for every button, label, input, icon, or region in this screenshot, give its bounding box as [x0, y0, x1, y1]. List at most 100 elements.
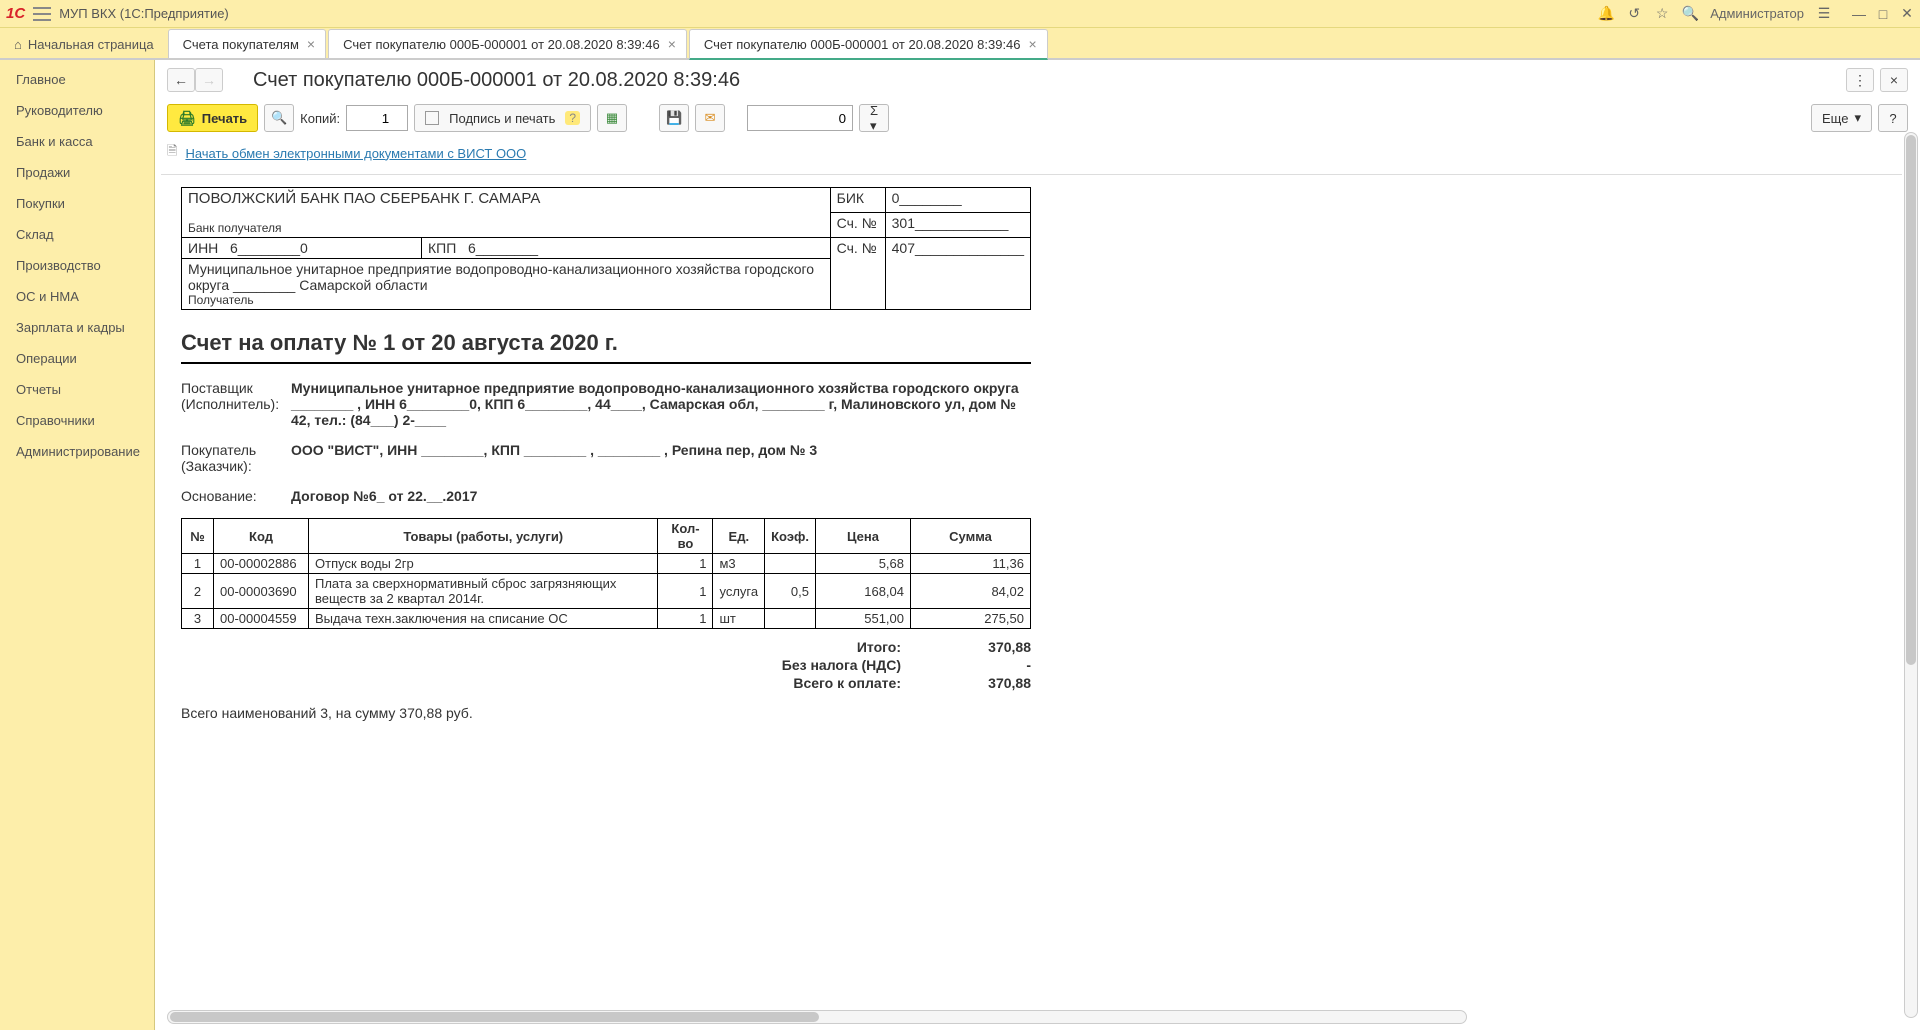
- sidebar: Главное Руководителю Банк и касса Продаж…: [0, 60, 155, 1030]
- cell-price: 551,00: [816, 609, 911, 629]
- sign-print-toggle[interactable]: Подпись и печать ?: [414, 104, 591, 132]
- cell-name: Выдача техн.заключения на списание ОС: [309, 609, 658, 629]
- titlebar-right: 🔔 ↺ ☆ 🔍 Администратор ☰ — □ ✕: [1598, 6, 1914, 22]
- sidebar-item-purchases[interactable]: Покупки: [0, 188, 154, 219]
- bik-label: БИК: [830, 188, 885, 213]
- minimize-icon[interactable]: —: [1852, 7, 1866, 21]
- itogo-label: Итого:: [701, 639, 901, 655]
- sidebar-item-manager[interactable]: Руководителю: [0, 95, 154, 126]
- document-area[interactable]: ПОВОЛЖСКИЙ БАНК ПАО СБЕРБАНК Г. САМАРА Б…: [161, 174, 1902, 1004]
- maximize-icon[interactable]: □: [1876, 7, 1890, 21]
- email-button[interactable]: ✉: [695, 104, 725, 132]
- titlebar: 1C МУП ВКХ (1С:Предприятие) 🔔 ↺ ☆ 🔍 Адми…: [0, 0, 1920, 28]
- menu-icon[interactable]: [33, 7, 51, 21]
- divider: [181, 362, 1031, 364]
- sidebar-item-salary[interactable]: Зарплата и кадры: [0, 312, 154, 343]
- kebab-icon[interactable]: ⋮: [1846, 68, 1874, 92]
- scrollbar-thumb[interactable]: [170, 1012, 819, 1022]
- close-icon[interactable]: ×: [1029, 36, 1037, 52]
- buyer-value: ООО "ВИСТ", ИНН ________, КПП ________ ,…: [291, 442, 1031, 474]
- help-badge-icon[interactable]: ?: [565, 111, 580, 125]
- edit-button[interactable]: ▦: [597, 104, 627, 132]
- acc2-label: Сч. №: [830, 238, 885, 310]
- cell-qty: 1: [658, 609, 713, 629]
- sidebar-item-production[interactable]: Производство: [0, 250, 154, 281]
- home-tab[interactable]: ⌂ Начальная страница: [0, 31, 168, 58]
- help-button[interactable]: ?: [1878, 104, 1908, 132]
- page-title: Счет покупателю 000Б-000001 от 20.08.202…: [253, 69, 740, 92]
- close-icon[interactable]: ✕: [1900, 7, 1914, 21]
- edo-link-row: 🗎 Начать обмен электронными документами …: [155, 140, 1920, 174]
- checkbox-icon[interactable]: [425, 111, 439, 125]
- scrollbar-h[interactable]: [167, 1010, 1467, 1024]
- scrollbar-v[interactable]: [1904, 132, 1918, 1018]
- cell-qty: 1: [658, 554, 713, 574]
- supplier-label: Поставщик (Исполнитель):: [181, 380, 291, 428]
- history-icon[interactable]: ↺: [1626, 6, 1642, 22]
- app-logo: 1C: [6, 5, 25, 22]
- sidebar-item-admin[interactable]: Администрирование: [0, 436, 154, 467]
- sidebar-item-operations[interactable]: Операции: [0, 343, 154, 374]
- cell-qty: 1: [658, 574, 713, 609]
- content: ← → Счет покупателю 000Б-000001 от 20.08…: [155, 60, 1920, 1030]
- preview-button[interactable]: 🔍: [264, 104, 294, 132]
- acc-label: Сч. №: [830, 213, 885, 238]
- col-code: Код: [214, 519, 309, 554]
- tab-invoice-1[interactable]: Счет покупателю 000Б-000001 от 20.08.202…: [328, 29, 687, 58]
- summary: Всего наименований 3, на сумму 370,88 ру…: [181, 705, 1261, 721]
- tab-invoice-2[interactable]: Счет покупателю 000Б-000001 от 20.08.202…: [689, 29, 1048, 60]
- table-row: 100-00002886Отпуск воды 2гр1м35,6811,36: [182, 554, 1031, 574]
- col-n: №: [182, 519, 214, 554]
- bank-name: ПОВОЛЖСКИЙ БАНК ПАО СБЕРБАНК Г. САМАРА: [188, 190, 824, 207]
- itogo-value: 370,88: [941, 639, 1031, 655]
- total-label: Всего к оплате:: [701, 675, 901, 691]
- inn-label: ИНН: [188, 240, 218, 256]
- sum-button[interactable]: Σ ▾: [859, 104, 889, 132]
- acc2-value: 407______________: [885, 238, 1030, 310]
- search-icon[interactable]: 🔍: [1682, 6, 1698, 22]
- user-label[interactable]: Администратор: [1710, 6, 1804, 21]
- tab-label: Счета покупателям: [183, 37, 299, 52]
- more-label: Еще: [1822, 111, 1848, 126]
- nav-back-button[interactable]: ←: [167, 68, 195, 92]
- sidebar-item-stock[interactable]: Склад: [0, 219, 154, 250]
- tab-label: Счет покупателю 000Б-000001 от 20.08.202…: [343, 37, 660, 52]
- edo-link[interactable]: Начать обмен электронными документами с …: [185, 146, 526, 161]
- toolbar: 🖨 Печать 🔍 Копий: Подпись и печать ? ▦ 💾…: [155, 100, 1920, 140]
- sidebar-item-catalogs[interactable]: Справочники: [0, 405, 154, 436]
- basis-label: Основание:: [181, 488, 291, 504]
- bik-value: 0________: [885, 188, 1030, 213]
- sign-print-label: Подпись и печать: [449, 111, 555, 126]
- print-button[interactable]: 🖨 Печать: [167, 104, 258, 132]
- main: Главное Руководителю Банк и касса Продаж…: [0, 60, 1920, 1030]
- cell-coef: [765, 609, 816, 629]
- bell-icon[interactable]: 🔔: [1598, 6, 1614, 22]
- close-icon[interactable]: ×: [307, 36, 315, 52]
- sidebar-item-assets[interactable]: ОС и НМА: [0, 281, 154, 312]
- close-icon[interactable]: ×: [668, 36, 676, 52]
- supplier-value: Муниципальное унитарное предприятие водо…: [291, 380, 1031, 428]
- cell-code: 00-00004559: [214, 609, 309, 629]
- amount-input[interactable]: [747, 105, 853, 131]
- star-icon[interactable]: ☆: [1654, 6, 1670, 22]
- cell-code: 00-00002886: [214, 554, 309, 574]
- scrollbar-thumb[interactable]: [1906, 135, 1916, 665]
- save-button[interactable]: 💾: [659, 104, 689, 132]
- sidebar-item-main[interactable]: Главное: [0, 64, 154, 95]
- settings-icon[interactable]: ☰: [1816, 6, 1832, 22]
- more-button[interactable]: Еще ▾: [1811, 104, 1872, 132]
- sidebar-item-reports[interactable]: Отчеты: [0, 374, 154, 405]
- table-row: 300-00004559Выдача техн.заключения на сп…: [182, 609, 1031, 629]
- nav-forward-button[interactable]: →: [195, 68, 223, 92]
- col-unit: Ед.: [713, 519, 765, 554]
- copies-input[interactable]: [346, 105, 408, 131]
- inn-value: 6________0: [230, 240, 308, 256]
- close-panel-button[interactable]: ×: [1880, 68, 1908, 92]
- kpp-value: 6________: [468, 240, 538, 256]
- titlebar-left: 1C МУП ВКХ (1С:Предприятие): [6, 5, 229, 22]
- sidebar-item-bank[interactable]: Банк и касса: [0, 126, 154, 157]
- content-header: ← → Счет покупателю 000Б-000001 от 20.08…: [155, 60, 1920, 100]
- tab-invoices[interactable]: Счета покупателям ×: [168, 29, 326, 58]
- sidebar-item-sales[interactable]: Продажи: [0, 157, 154, 188]
- acc-value: 301____________: [885, 213, 1030, 238]
